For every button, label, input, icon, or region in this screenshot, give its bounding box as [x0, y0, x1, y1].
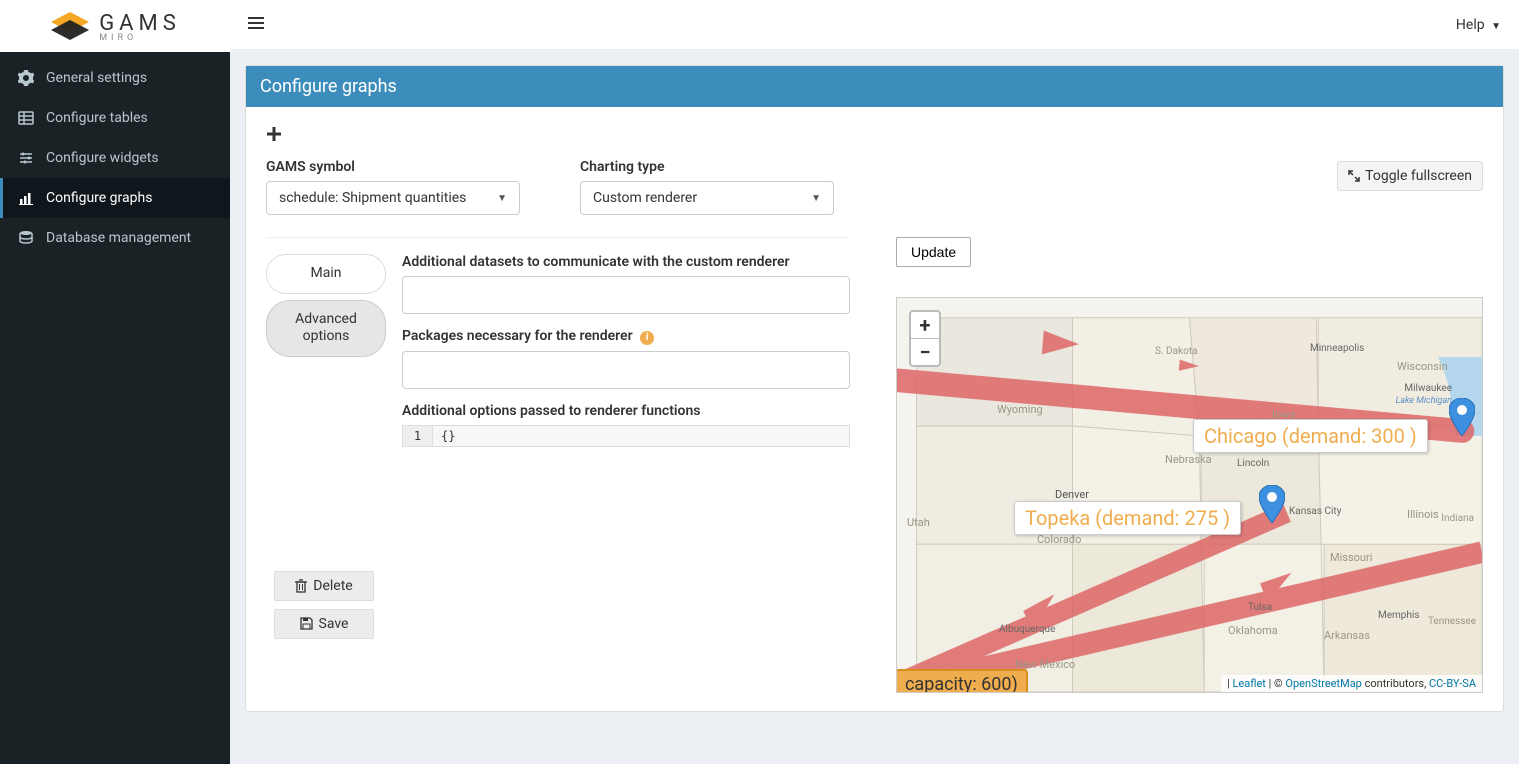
chart-icon — [18, 190, 38, 206]
options-tabs: Main Advanced options — [266, 254, 386, 461]
chevron-down-icon: ▼ — [811, 193, 821, 204]
map-label: Tulsa — [1248, 602, 1272, 613]
expand-icon — [1348, 170, 1360, 182]
caret-down-icon: ▼ — [1491, 21, 1501, 32]
info-icon[interactable]: i — [640, 331, 654, 345]
topbar: Help ▼ — [230, 0, 1519, 50]
zoom-out-button[interactable]: − — [911, 339, 939, 365]
tooltip-chicago: Chicago (demand: 300 ) — [1193, 419, 1428, 453]
map-label: Utah — [907, 516, 930, 529]
save-button[interactable]: Save — [274, 609, 374, 639]
add-graph-button[interactable] — [266, 125, 1483, 147]
gams-symbol-value: schedule: Shipment quantities — [279, 190, 466, 206]
save-label: Save — [319, 616, 349, 632]
chart-type-value: Custom renderer — [593, 190, 697, 206]
sidebar-item-configure-widgets[interactable]: Configure widgets — [0, 138, 230, 178]
options-label: Additional options passed to renderer fu… — [402, 403, 850, 419]
map-label: Illinois — [1407, 508, 1439, 521]
options-code-editor[interactable]: 1 {} — [402, 425, 850, 447]
configure-graphs-panel: Configure graphs GAMS symbol schedule: S… — [245, 65, 1504, 712]
sidebar-item-label: Configure tables — [46, 110, 148, 126]
osm-link[interactable]: OpenStreetMap — [1285, 677, 1361, 690]
map-label: Oklahoma — [1228, 624, 1278, 637]
map-attribution: | Leaflet | © OpenStreetMap contributors… — [1221, 675, 1482, 692]
tab-main[interactable]: Main — [266, 254, 386, 294]
map-label: Indiana — [1441, 513, 1474, 524]
panel-title: Configure graphs — [246, 66, 1503, 107]
gams-symbol-dropdown[interactable]: schedule: Shipment quantities ▼ — [266, 181, 520, 215]
trash-icon — [295, 579, 307, 593]
gams-symbol-group: GAMS symbol schedule: Shipment quantitie… — [266, 159, 520, 215]
help-label: Help — [1456, 17, 1485, 33]
map-marker-chicago[interactable] — [1449, 398, 1475, 440]
map-label: S. Dakota — [1155, 346, 1198, 357]
map-label: Missouri — [1330, 551, 1372, 564]
logo: GAMS MIRO — [0, 0, 230, 52]
help-dropdown[interactable]: Help ▼ — [1456, 17, 1501, 33]
table-icon — [18, 110, 38, 126]
map-zoom-control: + − — [909, 310, 941, 367]
map-label: Nebraska — [1165, 453, 1212, 466]
map-label: Albuquerque — [999, 624, 1055, 635]
datasets-input[interactable] — [402, 276, 850, 314]
logo-icon — [49, 10, 91, 44]
update-button[interactable]: Update — [896, 237, 971, 267]
chevron-down-icon: ▼ — [497, 193, 507, 204]
map-label: Memphis — [1378, 610, 1420, 621]
map-label: Minneapolis — [1310, 343, 1364, 354]
delete-button[interactable]: Delete — [274, 571, 374, 601]
chart-type-dropdown[interactable]: Custom renderer ▼ — [580, 181, 834, 215]
datasets-label: Additional datasets to communicate with … — [402, 254, 850, 270]
map-label: Tennessee — [1428, 616, 1476, 627]
sidebar-item-label: General settings — [46, 70, 147, 86]
delete-label: Delete — [313, 578, 352, 594]
map-label: Wyoming — [997, 403, 1043, 416]
database-icon — [18, 230, 38, 246]
map-label: Lake Michigan — [1396, 396, 1452, 406]
hamburger-icon[interactable] — [248, 16, 264, 34]
map-label: Denver — [1055, 488, 1089, 501]
toggle-fullscreen-label: Toggle fullscreen — [1365, 168, 1472, 184]
cc-link[interactable]: CC-BY-SA — [1429, 677, 1476, 690]
gear-icon — [18, 70, 38, 86]
sidebar-item-label: Database management — [46, 230, 191, 246]
map-label: Arkansas — [1324, 629, 1370, 642]
sidebar-item-database[interactable]: Database management — [0, 218, 230, 258]
save-icon — [300, 617, 313, 630]
sidebar-item-label: Configure widgets — [46, 150, 159, 166]
leaflet-link[interactable]: Leaflet — [1232, 677, 1265, 690]
map-marker-topeka[interactable] — [1259, 485, 1285, 527]
sidebar: GAMS MIRO General settings Configure tab… — [0, 0, 230, 764]
sidebar-item-configure-graphs[interactable]: Configure graphs — [0, 178, 230, 218]
tooltip-capacity: capacity: 600) — [896, 669, 1028, 693]
nav-list: General settings Configure tables Config… — [0, 52, 230, 258]
packages-input[interactable] — [402, 351, 850, 389]
sliders-icon — [18, 150, 38, 166]
map-label: Milwaukee — [1404, 383, 1452, 394]
sidebar-item-configure-tables[interactable]: Configure tables — [0, 98, 230, 138]
code-line-number: 1 — [403, 426, 433, 446]
tooltip-topeka: Topeka (demand: 275 ) — [1014, 501, 1241, 535]
map-preview[interactable]: Wyoming Nebraska Lincoln Denver Colorado… — [896, 297, 1483, 693]
toggle-fullscreen-button[interactable]: Toggle fullscreen — [1337, 161, 1483, 191]
chart-type-group: Charting type Custom renderer ▼ — [580, 159, 834, 215]
main: Help ▼ Configure graphs GAMS symbol sche… — [230, 0, 1519, 764]
map-canvas — [897, 298, 1482, 692]
map-label: Lincoln — [1237, 458, 1269, 469]
map-label: Wisconsin — [1397, 360, 1448, 373]
sidebar-item-label: Configure graphs — [46, 190, 152, 206]
zoom-in-button[interactable]: + — [911, 312, 939, 339]
gams-symbol-label: GAMS symbol — [266, 159, 520, 175]
map-label: Kansas City — [1289, 506, 1341, 517]
code-content: {} — [433, 426, 463, 446]
packages-label: Packages necessary for the renderer i — [402, 328, 850, 345]
sidebar-item-general-settings[interactable]: General settings — [0, 58, 230, 98]
chart-type-label: Charting type — [580, 159, 834, 175]
tab-advanced[interactable]: Advanced options — [266, 300, 386, 357]
